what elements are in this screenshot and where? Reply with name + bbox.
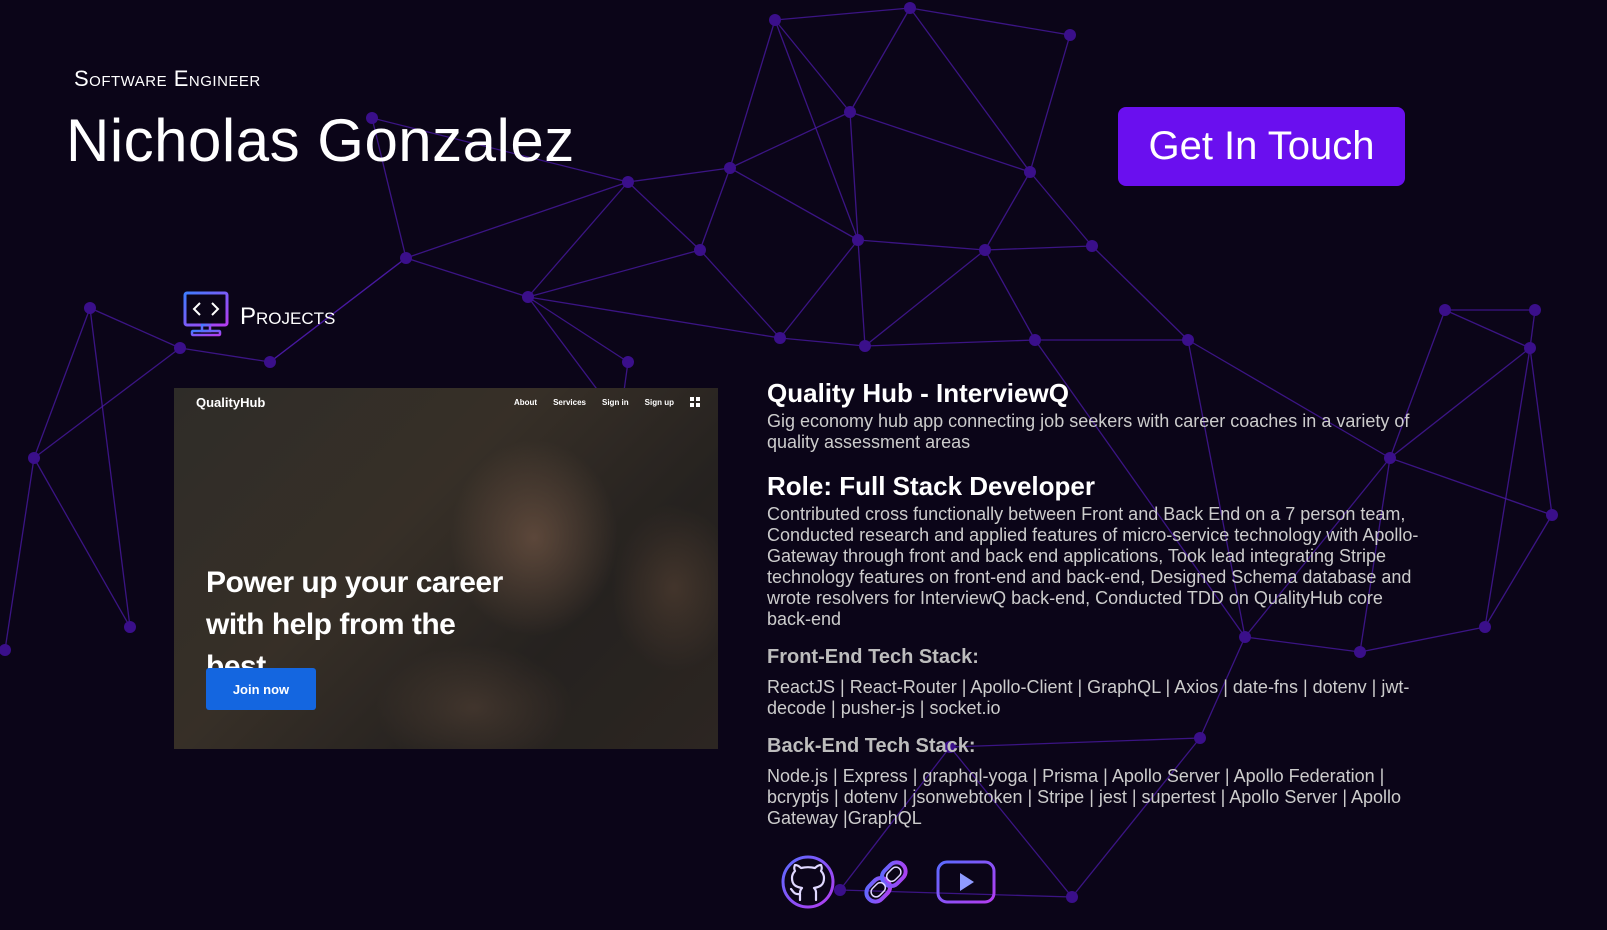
network-node xyxy=(124,621,136,633)
network-node xyxy=(84,302,96,314)
network-edge xyxy=(527,296,781,339)
network-edge xyxy=(89,307,181,349)
network-edge xyxy=(984,171,1031,251)
network-node xyxy=(0,644,11,656)
network-node xyxy=(852,234,864,246)
network-edge xyxy=(1529,347,1553,516)
backend-stack: Node.js | Express | graphql-yoga | Prism… xyxy=(767,766,1402,828)
network-node xyxy=(859,340,871,352)
network-node xyxy=(28,452,40,464)
frontend-stack: ReactJS | React-Router | Apollo-Client |… xyxy=(767,677,1410,718)
network-edge xyxy=(1029,171,1093,247)
chain-link-icon[interactable] xyxy=(858,854,914,915)
network-edge xyxy=(1484,514,1553,628)
projects-header: Projects xyxy=(182,290,335,343)
network-node xyxy=(174,342,186,354)
shot-brand: QualityHub xyxy=(196,395,266,410)
network-edge xyxy=(909,7,1031,173)
network-edge xyxy=(1091,245,1189,341)
network-edge xyxy=(984,249,1036,341)
shot-nav: About Services Sign in Sign up xyxy=(514,397,700,407)
network-edge xyxy=(33,457,131,628)
network-node xyxy=(1546,509,1558,521)
network-edge xyxy=(864,339,1036,347)
network-node xyxy=(1182,334,1194,346)
network-edge xyxy=(627,167,731,183)
shot-nav-about: About xyxy=(513,397,538,407)
network-edge xyxy=(849,111,1031,173)
network-edge xyxy=(774,7,911,21)
role-description: Contributed cross functionally between F… xyxy=(767,504,1419,629)
network-edge xyxy=(779,337,866,347)
project-description: Gig economy hub app connecting job seeke… xyxy=(767,411,1410,452)
network-node xyxy=(1479,621,1491,633)
network-edge xyxy=(729,19,776,169)
network-edge xyxy=(1029,34,1071,173)
network-node xyxy=(904,2,916,14)
network-edge xyxy=(774,19,859,241)
network-node xyxy=(1066,891,1078,903)
network-node xyxy=(1529,304,1541,316)
shot-nav-services: Services xyxy=(553,397,586,407)
network-node xyxy=(769,14,781,26)
network-edge xyxy=(33,307,91,459)
network-edge xyxy=(864,249,986,347)
shot-nav-signin: Sign in xyxy=(602,397,629,407)
network-edge xyxy=(405,257,529,298)
network-node xyxy=(724,162,736,174)
network-edge xyxy=(699,167,731,251)
network-node xyxy=(694,244,706,256)
network-edge xyxy=(909,7,1071,36)
network-node xyxy=(1524,342,1536,354)
network-node xyxy=(1064,29,1076,41)
project-screenshot: QualityHub About Services Sign in Sign u… xyxy=(174,388,718,749)
network-edge xyxy=(849,7,911,113)
network-edge xyxy=(729,167,859,241)
network-edge xyxy=(4,457,35,651)
project-role: Role: Full Stack Developer xyxy=(767,471,1095,501)
network-node xyxy=(622,176,634,188)
network-edge xyxy=(527,249,701,298)
network-node xyxy=(622,356,634,368)
network-edge xyxy=(89,307,131,628)
section-title: Projects xyxy=(240,302,336,330)
project-details: Quality Hub - InterviewQ Gig economy hub… xyxy=(767,378,1422,829)
page-title: Nicholas Gonzalez xyxy=(66,107,575,174)
network-edge xyxy=(1444,309,1531,349)
network-node xyxy=(844,106,856,118)
network-node xyxy=(979,244,991,256)
frontend-heading: Front-End Tech Stack: xyxy=(767,646,979,668)
network-node xyxy=(1024,166,1036,178)
network-edge xyxy=(857,239,986,251)
network-node xyxy=(522,291,534,303)
monitor-code-icon xyxy=(182,290,230,343)
network-edge xyxy=(627,181,701,251)
shot-nav-signup: Sign up xyxy=(644,397,674,407)
project-title: Quality Hub - InterviewQ xyxy=(767,378,1069,408)
backend-heading: Back-End Tech Stack: xyxy=(767,735,976,757)
grid-menu-icon xyxy=(690,397,700,407)
job-title: Software Engineer xyxy=(74,66,261,91)
network-node xyxy=(774,332,786,344)
network-edge xyxy=(774,19,851,113)
network-edge xyxy=(699,249,781,339)
network-edge xyxy=(857,239,866,347)
network-node xyxy=(264,356,276,368)
network-node xyxy=(400,252,412,264)
network-edge xyxy=(729,111,851,169)
youtube-play-icon[interactable] xyxy=(936,858,996,911)
network-node xyxy=(1439,304,1451,316)
network-edge xyxy=(984,245,1093,251)
get-in-touch-button[interactable]: Get In Touch xyxy=(1118,107,1405,186)
network-edge xyxy=(179,347,271,363)
shot-join-button: Join now xyxy=(206,668,316,710)
github-icon[interactable] xyxy=(780,854,836,915)
project-links xyxy=(780,854,996,915)
network-node xyxy=(1029,334,1041,346)
network-edge xyxy=(527,296,629,363)
network-edge xyxy=(779,239,859,339)
network-edge xyxy=(1484,347,1531,628)
network-node xyxy=(1086,240,1098,252)
